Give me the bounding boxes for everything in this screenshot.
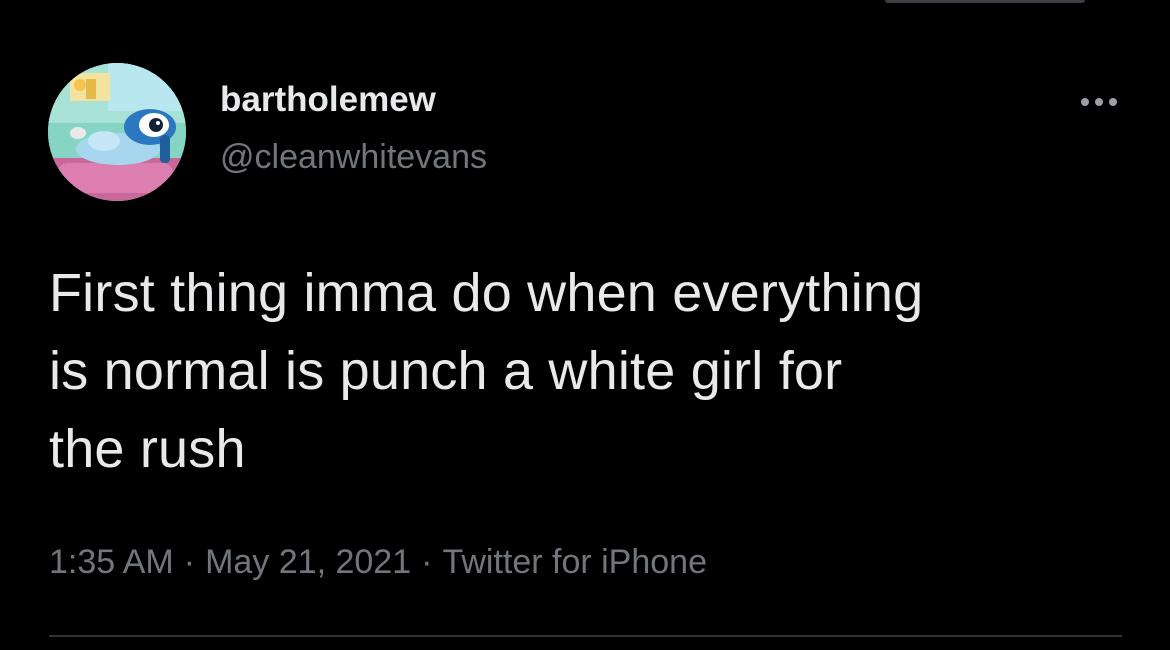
more-options-button[interactable] <box>1068 84 1130 120</box>
cartoon-character-avatar-icon <box>48 63 186 201</box>
user-info: bartholemew @cleanwhitevans <box>220 80 487 177</box>
meta-separator: · <box>183 543 196 581</box>
more-horizontal-icon <box>1081 98 1089 106</box>
tweet-source-link[interactable]: Twitter for iPhone <box>442 543 707 581</box>
display-name[interactable]: bartholemew <box>220 80 487 120</box>
meta-separator: · <box>421 543 433 581</box>
tweet: bartholemew @cleanwhitevans First thing … <box>0 0 1170 650</box>
divider <box>49 635 1122 637</box>
avatar[interactable] <box>48 63 186 201</box>
more-horizontal-icon <box>1095 98 1103 106</box>
more-horizontal-icon <box>1109 98 1117 106</box>
user-handle[interactable]: @cleanwhitevans <box>220 137 487 177</box>
tweet-meta: 1:35 AM · May 21, 2021 · Twitter for iPhone <box>49 540 707 584</box>
tweet-time[interactable]: 1:35 AM <box>49 543 174 581</box>
tweet-date[interactable]: May 21, 2021 <box>205 543 411 581</box>
tweet-text: First thing imma do when everything is n… <box>49 263 924 479</box>
